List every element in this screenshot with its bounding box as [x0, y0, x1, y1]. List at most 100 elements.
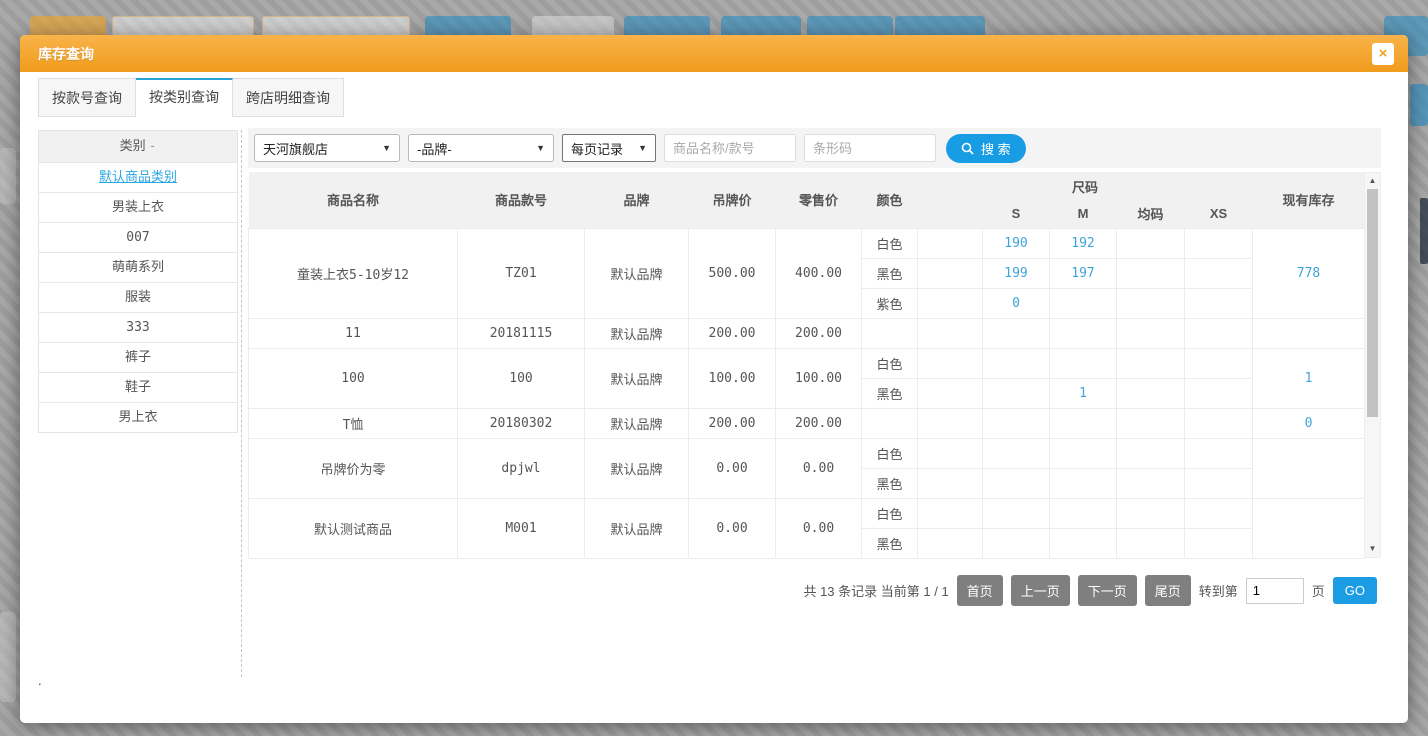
collapse-icon[interactable]: -: [149, 139, 157, 154]
sidebar-item-category[interactable]: 男装上衣: [39, 192, 237, 222]
cell-size-qty: [1185, 468, 1253, 498]
cell-stock: [1253, 498, 1365, 558]
cell-brand: 默认品牌: [585, 228, 689, 318]
cell-size-qty: [1117, 438, 1185, 468]
col-header-style-number: 商品款号: [458, 172, 585, 228]
col-header-size-m: M: [1050, 200, 1117, 228]
cell-stock[interactable]: 1: [1253, 348, 1365, 408]
filter-bar: 天河旗舰店 ▼ -品牌- ▼ 每页记录 ▼: [248, 128, 1381, 168]
cell-size-qty: [1185, 528, 1253, 558]
tab-query-by-category[interactable]: 按类别查询: [136, 78, 233, 117]
sidebar-item-category[interactable]: 萌萌系列: [39, 252, 237, 282]
sidebar-item-category[interactable]: 鞋子: [39, 372, 237, 402]
pagination: 共 13 条记录 当前第 1 / 1 首页 上一页 下一页 尾页 转到第 页 G…: [248, 575, 1381, 606]
sidebar-item-category[interactable]: 333: [39, 312, 237, 342]
cell-size-qty[interactable]: 192: [1050, 228, 1117, 258]
scroll-up-icon[interactable]: ▲: [1365, 175, 1380, 187]
page-size-select[interactable]: 每页记录 ▼: [562, 134, 656, 162]
cell-size-qty: [918, 258, 983, 288]
cell-product-name: 默认测试商品: [249, 498, 458, 558]
col-header-tag-price: 吊牌价: [689, 172, 776, 228]
cell-brand: 默认品牌: [585, 348, 689, 408]
sidebar-item-category[interactable]: 裤子: [39, 342, 237, 372]
cell-brand: 默认品牌: [585, 408, 689, 438]
cell-product-name: 100: [249, 348, 458, 408]
cell-brand: 默认品牌: [585, 498, 689, 558]
cell-size-qty: [1117, 498, 1185, 528]
cell-color: [862, 408, 918, 438]
store-select-value: 天河旗舰店: [263, 139, 328, 158]
table-scrollbar[interactable]: ▲ ▼: [1364, 172, 1381, 558]
last-page-button[interactable]: 尾页: [1145, 575, 1191, 606]
col-header-size-xs: XS: [1185, 200, 1253, 228]
cell-size-qty: [1185, 258, 1253, 288]
barcode-input[interactable]: [804, 134, 936, 162]
cell-size-qty[interactable]: 1: [1050, 378, 1117, 408]
sidebar-item-category[interactable]: 服装: [39, 282, 237, 312]
cell-color: 白色: [862, 228, 918, 258]
next-page-button[interactable]: 下一页: [1078, 575, 1137, 606]
cell-size-qty: [918, 408, 983, 438]
cell-size-qty: [1117, 408, 1185, 438]
col-header-size: [918, 200, 983, 228]
cell-color: 黑色: [862, 468, 918, 498]
scroll-down-icon[interactable]: ▼: [1365, 543, 1380, 555]
goto-page-label: 转到第: [1199, 581, 1238, 600]
cell-size-qty: [918, 498, 983, 528]
table-row: 童装上衣5-10岁12 TZ01 默认品牌 500.00 400.00 白色 1…: [249, 228, 1365, 258]
prev-page-button[interactable]: 上一页: [1011, 575, 1070, 606]
product-search-input[interactable]: [664, 134, 796, 162]
cell-size-qty: [1117, 318, 1185, 348]
search-button[interactable]: 搜 索: [946, 134, 1026, 163]
cell-size-qty: [1050, 498, 1117, 528]
cell-size-qty[interactable]: 190: [983, 228, 1050, 258]
cell-retail-price: 0.00: [776, 498, 862, 558]
cell-size-qty[interactable]: 197: [1050, 258, 1117, 288]
scrollbar-thumb[interactable]: [1367, 189, 1378, 417]
cell-size-qty: [983, 438, 1050, 468]
cell-size-qty: [918, 318, 983, 348]
sidebar-item-default-category[interactable]: 默认商品类别: [39, 162, 237, 192]
cell-size-qty: [918, 528, 983, 558]
page-number-input[interactable]: [1246, 578, 1304, 604]
modal-titlebar: 库存查询 ×: [20, 35, 1408, 72]
cell-tag-price: 200.00: [689, 408, 776, 438]
brand-select[interactable]: -品牌- ▼: [408, 134, 554, 162]
category-header: 类别-: [39, 131, 237, 162]
col-header-brand: 品牌: [585, 172, 689, 228]
close-button[interactable]: ×: [1372, 43, 1394, 65]
cell-size-qty: [1185, 318, 1253, 348]
sidebar-item-category[interactable]: 男上衣: [39, 402, 237, 432]
tab-query-by-style[interactable]: 按款号查询: [38, 78, 136, 117]
cell-size-qty[interactable]: 0: [983, 288, 1050, 318]
cell-size-qty: [1117, 378, 1185, 408]
tab-cross-store-detail[interactable]: 跨店明细查询: [233, 78, 344, 117]
table-row: 吊牌价为零 dpjwl 默认品牌 0.00 0.00 白色: [249, 438, 1365, 468]
table-row: T恤 20180302 默认品牌 200.00 200.00 0: [249, 408, 1365, 438]
cell-size-qty: [918, 378, 983, 408]
sidebar-item-category[interactable]: 007: [39, 222, 237, 252]
cell-size-qty[interactable]: 199: [983, 258, 1050, 288]
table-header: 商品名称 商品款号 品牌 吊牌价 零售价 颜色 尺码 现有库存 S: [249, 172, 1365, 228]
go-button[interactable]: GO: [1333, 577, 1377, 604]
cell-product-name: 11: [249, 318, 458, 348]
cell-size-qty: [983, 318, 1050, 348]
cell-stock[interactable]: 778: [1253, 228, 1365, 318]
cell-color: 黑色: [862, 258, 918, 288]
cell-size-qty: [1050, 528, 1117, 558]
cell-product-name: 童装上衣5-10岁12: [249, 228, 458, 318]
store-select[interactable]: 天河旗舰店 ▼: [254, 134, 400, 162]
category-sidebar: 类别- 默认商品类别 男装上衣 007 萌萌系列 服装 333 裤子 鞋子 男上…: [38, 130, 238, 433]
table-header-row: 商品名称 商品款号 品牌 吊牌价 零售价 颜色 尺码 现有库存: [249, 172, 1365, 200]
col-header-size-group: 尺码: [918, 172, 1253, 200]
cell-size-qty: [918, 468, 983, 498]
cell-stock[interactable]: 0: [1253, 408, 1365, 438]
background-left-panel: [0, 148, 16, 204]
table-row: 默认测试商品 M001 默认品牌 0.00 0.00 白色: [249, 498, 1365, 528]
first-page-button[interactable]: 首页: [957, 575, 1003, 606]
cell-retail-price: 400.00: [776, 228, 862, 318]
cell-color: 紫色: [862, 288, 918, 318]
table-row: 11 20181115 默认品牌 200.00 200.00: [249, 318, 1365, 348]
page-size-select-value: 每页记录: [571, 139, 623, 158]
cell-color: 白色: [862, 438, 918, 468]
